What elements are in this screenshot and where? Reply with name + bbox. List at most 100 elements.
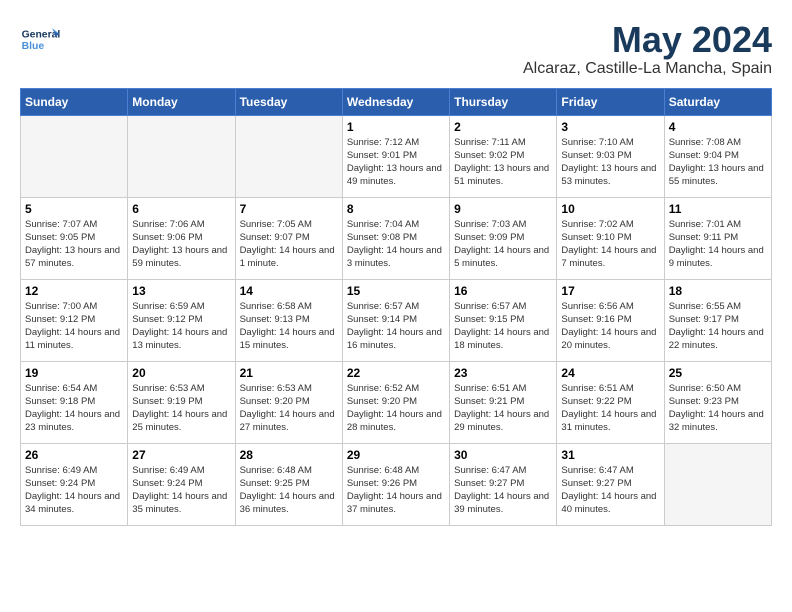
day-number: 2 [454,120,552,134]
day-number: 26 [25,448,123,462]
day-number: 7 [240,202,338,216]
calendar-cell: 1 Sunrise: 7:12 AMSunset: 9:01 PMDaylight… [342,115,449,197]
calendar-cell: 4 Sunrise: 7:08 AMSunset: 9:04 PMDaylight… [664,115,771,197]
day-info: Sunrise: 6:48 AMSunset: 9:25 PMDaylight:… [240,464,338,517]
day-number: 6 [132,202,230,216]
day-info: Sunrise: 6:53 AMSunset: 9:19 PMDaylight:… [132,382,230,435]
day-number: 22 [347,366,445,380]
day-info: Sunrise: 6:52 AMSunset: 9:20 PMDaylight:… [347,382,445,435]
weekday-header-thursday: Thursday [450,88,557,115]
month-title: May 2024 [523,20,772,60]
day-info: Sunrise: 7:08 AMSunset: 9:04 PMDaylight:… [669,136,767,189]
calendar-cell: 2Sunrise: 7:11 AMSunset: 9:02 PMDaylight… [450,115,557,197]
day-number: 1 [347,120,445,134]
day-info: Sunrise: 6:47 AMSunset: 9:27 PMDaylight:… [454,464,552,517]
calendar-cell: 14 Sunrise: 6:58 AMSunset: 9:13 PMDayligh… [235,279,342,361]
week-row-4: 19 Sunrise: 6:54 AMSunset: 9:18 PMDayligh… [21,361,772,443]
day-info: Sunrise: 6:57 AMSunset: 9:15 PMDaylight:… [454,300,552,353]
day-number: 28 [240,448,338,462]
day-info: Sunrise: 7:03 AMSunset: 9:09 PMDaylight:… [454,218,552,271]
calendar-cell: 9Sunrise: 7:03 AMSunset: 9:09 PMDaylight… [450,197,557,279]
calendar-cell [235,115,342,197]
calendar-cell: 30 Sunrise: 6:47 AMSunset: 9:27 PMDayligh… [450,443,557,525]
day-info: Sunrise: 7:10 AMSunset: 9:03 PMDaylight:… [561,136,659,189]
logo: General Blue [20,20,65,60]
day-number: 23 [454,366,552,380]
day-number: 14 [240,284,338,298]
calendar-cell [128,115,235,197]
day-info: Sunrise: 7:00 AMSunset: 9:12 PMDaylight:… [25,300,123,353]
calendar-cell: 18 Sunrise: 6:55 AMSunset: 9:17 PMDayligh… [664,279,771,361]
weekday-header-tuesday: Tuesday [235,88,342,115]
week-row-5: 26 Sunrise: 6:49 AMSunset: 9:24 PMDayligh… [21,443,772,525]
day-number: 8 [347,202,445,216]
calendar-cell: 22 Sunrise: 6:52 AMSunset: 9:20 PMDayligh… [342,361,449,443]
calendar-cell [21,115,128,197]
week-row-1: 1 Sunrise: 7:12 AMSunset: 9:01 PMDaylight… [21,115,772,197]
calendar-cell: 10 Sunrise: 7:02 AMSunset: 9:10 PMDayligh… [557,197,664,279]
day-number: 20 [132,366,230,380]
weekday-header-saturday: Saturday [664,88,771,115]
calendar-cell: 6 Sunrise: 7:06 AMSunset: 9:06 PMDaylight… [128,197,235,279]
calendar-cell: 19 Sunrise: 6:54 AMSunset: 9:18 PMDayligh… [21,361,128,443]
day-number: 4 [669,120,767,134]
day-number: 17 [561,284,659,298]
calendar-cell: 29Sunrise: 6:48 AMSunset: 9:26 PMDayligh… [342,443,449,525]
calendar-cell: 3 Sunrise: 7:10 AMSunset: 9:03 PMDaylight… [557,115,664,197]
page-header: General Blue May 2024 Alcaraz, Castille-… [20,20,772,78]
calendar-cell: 28 Sunrise: 6:48 AMSunset: 9:25 PMDayligh… [235,443,342,525]
svg-text:Blue: Blue [22,41,45,52]
weekday-header-wednesday: Wednesday [342,88,449,115]
day-number: 16 [454,284,552,298]
day-info: Sunrise: 6:47 AMSunset: 9:27 PMDaylight:… [561,464,659,517]
day-info: Sunrise: 7:12 AMSunset: 9:01 PMDaylight:… [347,136,445,189]
day-number: 18 [669,284,767,298]
calendar-cell: 17 Sunrise: 6:56 AMSunset: 9:16 PMDayligh… [557,279,664,361]
week-row-3: 12Sunrise: 7:00 AMSunset: 9:12 PMDayligh… [21,279,772,361]
day-info: Sunrise: 6:59 AMSunset: 9:12 PMDaylight:… [132,300,230,353]
calendar-cell: 12Sunrise: 7:00 AMSunset: 9:12 PMDayligh… [21,279,128,361]
calendar-table: SundayMondayTuesdayWednesdayThursdayFrid… [20,88,772,526]
calendar-cell: 24 Sunrise: 6:51 AMSunset: 9:22 PMDayligh… [557,361,664,443]
calendar-cell: 25 Sunrise: 6:50 AMSunset: 9:23 PMDayligh… [664,361,771,443]
calendar-cell: 7 Sunrise: 7:05 AMSunset: 9:07 PMDaylight… [235,197,342,279]
day-info: Sunrise: 7:07 AMSunset: 9:05 PMDaylight:… [25,218,123,271]
day-info: Sunrise: 6:58 AMSunset: 9:13 PMDaylight:… [240,300,338,353]
day-info: Sunrise: 6:55 AMSunset: 9:17 PMDaylight:… [669,300,767,353]
day-number: 3 [561,120,659,134]
weekday-header-monday: Monday [128,88,235,115]
header-row: SundayMondayTuesdayWednesdayThursdayFrid… [21,88,772,115]
day-info: Sunrise: 6:51 AMSunset: 9:22 PMDaylight:… [561,382,659,435]
calendar-cell: 11 Sunrise: 7:01 AMSunset: 9:11 PMDayligh… [664,197,771,279]
day-number: 30 [454,448,552,462]
day-number: 21 [240,366,338,380]
day-info: Sunrise: 6:48 AMSunset: 9:26 PMDaylight:… [347,464,445,517]
calendar-cell: 15Sunrise: 6:57 AMSunset: 9:14 PMDayligh… [342,279,449,361]
day-info: Sunrise: 6:50 AMSunset: 9:23 PMDaylight:… [669,382,767,435]
day-info: Sunrise: 6:49 AMSunset: 9:24 PMDaylight:… [25,464,123,517]
day-number: 15 [347,284,445,298]
day-info: Sunrise: 7:02 AMSunset: 9:10 PMDaylight:… [561,218,659,271]
day-number: 19 [25,366,123,380]
day-number: 11 [669,202,767,216]
day-number: 25 [669,366,767,380]
week-row-2: 5 Sunrise: 7:07 AMSunset: 9:05 PMDaylight… [21,197,772,279]
day-info: Sunrise: 7:06 AMSunset: 9:06 PMDaylight:… [132,218,230,271]
day-info: Sunrise: 6:56 AMSunset: 9:16 PMDaylight:… [561,300,659,353]
day-number: 24 [561,366,659,380]
day-info: Sunrise: 7:01 AMSunset: 9:11 PMDaylight:… [669,218,767,271]
calendar-cell [664,443,771,525]
day-info: Sunrise: 7:05 AMSunset: 9:07 PMDaylight:… [240,218,338,271]
calendar-cell: 27 Sunrise: 6:49 AMSunset: 9:24 PMDayligh… [128,443,235,525]
day-number: 13 [132,284,230,298]
day-info: Sunrise: 6:53 AMSunset: 9:20 PMDaylight:… [240,382,338,435]
day-number: 5 [25,202,123,216]
day-info: Sunrise: 6:49 AMSunset: 9:24 PMDaylight:… [132,464,230,517]
day-number: 27 [132,448,230,462]
weekday-header-sunday: Sunday [21,88,128,115]
day-number: 10 [561,202,659,216]
day-info: Sunrise: 6:54 AMSunset: 9:18 PMDaylight:… [25,382,123,435]
day-info: Sunrise: 7:04 AMSunset: 9:08 PMDaylight:… [347,218,445,271]
calendar-cell: 20 Sunrise: 6:53 AMSunset: 9:19 PMDayligh… [128,361,235,443]
calendar-cell: 31Sunrise: 6:47 AMSunset: 9:27 PMDayligh… [557,443,664,525]
